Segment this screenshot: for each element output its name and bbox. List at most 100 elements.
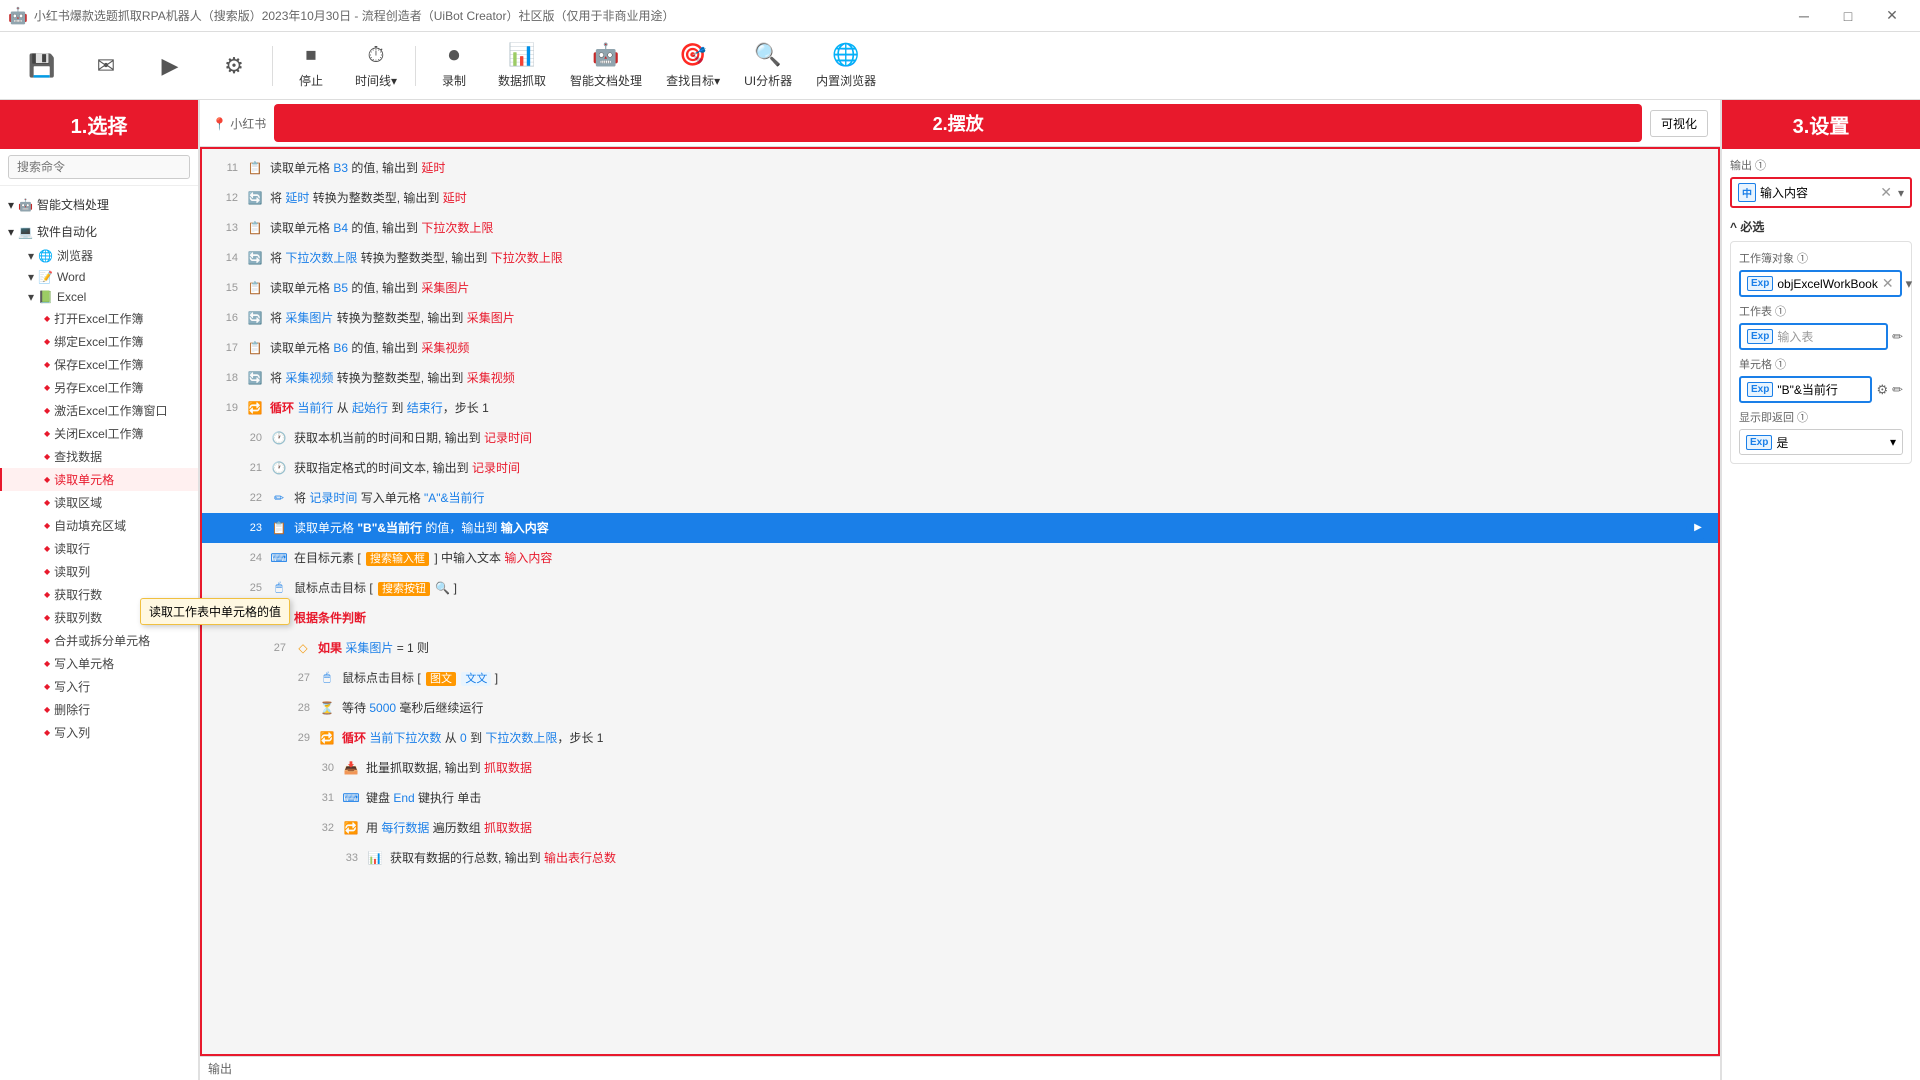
flow-row-17[interactable]: 17 📋 读取单元格 B6 的值, 输出到 采集视频 [202,333,1718,363]
tree-item-saveas-excel[interactable]: ◆ 另存Excel工作簿 [0,376,198,399]
if-icon: ◇ [294,639,312,657]
exp-tag: Exp [1747,276,1773,291]
flow-row-24[interactable]: 24 ⌨ 在目标元素 [ 搜索输入框 ] 中输入文本 输入内容 [202,543,1718,573]
word-label: Word [57,270,85,284]
flow-row-31[interactable]: 31 ⌨ 键盘 End 键执行 单击 [202,783,1718,813]
toolbar-stop-label: 停止 [299,72,323,89]
play-button[interactable]: ▶ [1686,516,1710,540]
flow-row-27-if[interactable]: 27 ◇ 如果 采集图片 = 1 则 [202,633,1718,663]
toolbar-send[interactable]: ✉ [76,49,136,83]
flow-row-19[interactable]: 19 🔁 循环 当前行 从 起始行 到 结束行，步长 1 [202,393,1718,423]
flow-row-32[interactable]: 32 🔁 用 每行数据 遍历数组 抓取数据 [202,813,1718,843]
search-input[interactable] [8,155,190,179]
tree-item-delete-row[interactable]: ◆ 删除行 [0,698,198,721]
toolbar-stop[interactable]: ⏹ 停止 [281,38,341,93]
tree-item-write-cell[interactable]: ◆ 写入单元格 [0,652,198,675]
flow-row-33[interactable]: 33 📊 获取有数据的行总数, 输出到 输出表行总数 [202,843,1718,873]
flow-row-26[interactable]: 26 ⚡ 根据条件判断 [202,603,1718,633]
flow-row-18[interactable]: 18 🔄 将 采集视频 转换为整数类型, 输出到 采集视频 [202,363,1718,393]
flow-row-11[interactable]: 11 📋 读取单元格 B3 的值, 输出到 延时 [202,153,1718,183]
edit-icon[interactable]: ✏ [1892,329,1903,345]
time-icon: 🕐 [270,459,288,477]
toolbar-ai-process[interactable]: 🤖 智能文档处理 [560,38,652,93]
tree-item-read-cell[interactable]: ◆ 读取单元格 [0,468,198,491]
settings-icon: ⚙ [224,53,244,79]
tree-item-bind-excel[interactable]: ◆ 绑定Excel工作簿 [0,330,198,353]
tree-item-open-excel[interactable]: ◆ 打开Excel工作簿 [0,307,198,330]
flow-row-20[interactable]: 20 🕐 获取本机当前的时间和日期, 输出到 记录时间 [202,423,1718,453]
close-icon[interactable]: ✕ [1880,184,1892,201]
toolbar-find-target[interactable]: 🎯 查找目标▾ [656,38,730,93]
visible-button[interactable]: 可视化 [1650,110,1708,137]
diamond-icon: ◆ [44,337,50,346]
flow-row-22[interactable]: 22 ✏ 将 记录时间 写入单元格 "A"&当前行 [202,483,1718,513]
flow-row-14[interactable]: 14 🔄 将 下拉次数上限 转换为整数类型, 输出到 下拉次数上限 [202,243,1718,273]
row-number: 21 [234,462,262,474]
flow-row-28[interactable]: 28 ⏳ 等待 5000 毫秒后继续运行 [202,693,1718,723]
toolbar-save[interactable]: 💾 [12,49,72,83]
tree-item-read-col[interactable]: ◆ 读取列 [0,560,198,583]
diamond-icon: ◆ [44,360,50,369]
edit-icon[interactable]: ✏ [1892,382,1903,398]
row-content: 循环 当前行 从 起始行 到 结束行，步长 1 [270,399,489,416]
flow-row-13[interactable]: 13 📋 读取单元格 B4 的值, 输出到 下拉次数上限 [202,213,1718,243]
tree-item-close-excel[interactable]: ◆ 关闭Excel工作簿 [0,422,198,445]
flow-row-29[interactable]: 29 🔁 循环 当前下拉次数 从 0 到 下拉次数上限，步长 1 [202,723,1718,753]
output-label: 输出 ① [1730,157,1912,173]
toolbar-run[interactable]: ▶ [140,49,200,83]
flow-row-12[interactable]: 12 🔄 将 延时 转换为整数类型, 输出到 延时 [202,183,1718,213]
flow-row-15[interactable]: 15 📋 读取单元格 B5 的值, 输出到 采集图片 [202,273,1718,303]
tree-item-write-row[interactable]: ◆ 写入行 [0,675,198,698]
write-icon: ✏ [270,489,288,507]
bottom-bar: 输出 [200,1056,1720,1080]
tree-group-ai-label[interactable]: ▾ 🤖 智能文档处理 [0,192,198,217]
settings-icon[interactable]: ⚙ [1876,382,1888,398]
workbook-input[interactable]: Exp objExcelWorkBook ✕ [1739,270,1902,297]
tree-item-read-area[interactable]: ◆ 读取区域 [0,491,198,514]
toolbar-record-label: 录制 [442,72,466,89]
tree-item-merge-split[interactable]: ◆ 合并或拆分单元格 [0,629,198,652]
read-icon: 📋 [246,339,264,357]
tree-item-read-row[interactable]: ◆ 读取行 [0,537,198,560]
toolbar-data-extract[interactable]: 📊 数据抓取 [488,38,556,93]
close-icon[interactable]: ✕ [1882,275,1894,292]
flow-row-27-mouse[interactable]: 27 🖱 鼠标点击目标 [ 图文 文文 ] [202,663,1718,693]
middle-header: 📍 小红书 2.摆放 可视化 [200,100,1720,147]
toolbar-ui-analyzer[interactable]: 🔍 UI分析器 [734,38,802,93]
tree-item-find-data[interactable]: ◆ 查找数据 [0,445,198,468]
read-icon: 📋 [270,519,288,537]
diamond-icon: ◆ [44,613,50,622]
worksheet-input[interactable]: Exp 输入表 [1739,323,1888,350]
tree-item-active-excel[interactable]: ◆ 激活Excel工作簿窗口 [0,399,198,422]
toolbar-settings[interactable]: ⚙ [204,49,264,83]
flow-row-25[interactable]: 25 🖱 鼠标点击目标 [ 搜索按钮 🔍 ] [202,573,1718,603]
tree-item-word[interactable]: ▾ 📝 Word [0,267,198,287]
output-input[interactable]: 中 输入内容 ✕ ▾ [1730,177,1912,208]
cell-row: Exp "B"&当前行 ⚙ ✏ [1739,376,1903,403]
toolbar-data-extract-label: 数据抓取 [498,72,546,89]
return-label: 显示即返回 ① [1739,409,1903,425]
flow-row-21[interactable]: 21 🕐 获取指定格式的时间文本, 输出到 记录时间 [202,453,1718,483]
breadcrumb-icon: 📍 小红书 [212,115,266,132]
flow-row-16[interactable]: 16 🔄 将 采集图片 转换为整数类型, 输出到 采集图片 [202,303,1718,333]
tree-item-autofill[interactable]: ◆ 自动填充区域 [0,514,198,537]
return-select[interactable]: Exp 是 ▾ [1739,429,1903,455]
flow-row-23[interactable]: 23 📋 读取单元格 "B"&当前行 的值，输出到 输入内容 ▶ [202,513,1718,543]
minimize-button[interactable]: ─ [1784,2,1824,30]
software-icon: 💻 [18,225,33,239]
tree-group-software-label[interactable]: ▾ 💻 软件自动化 [0,219,198,244]
tree-item-save-excel[interactable]: ◆ 保存Excel工作簿 [0,353,198,376]
toolbar-record[interactable]: ⏺ 录制 [424,38,484,93]
cell-input[interactable]: Exp "B"&当前行 [1739,376,1872,403]
maximize-button[interactable]: □ [1828,2,1868,30]
toolbar-embedded-browser[interactable]: 🌐 内置浏览器 [806,38,886,93]
ui-analyzer-icon: 🔍 [754,42,781,68]
close-button[interactable]: ✕ [1872,2,1912,30]
flow-row-30[interactable]: 30 📥 批量抓取数据, 输出到 抓取数据 [202,753,1718,783]
tree-item-write-col[interactable]: ◆ 写入列 [0,721,198,744]
write-col-label: 写入列 [54,724,90,741]
tree-item-browser[interactable]: ▾ 🌐 浏览器 [0,244,198,267]
merge-split-label: 合并或拆分单元格 [54,632,150,649]
toolbar-timeline[interactable]: ⏱ 时间线▾ [345,38,407,93]
tree-item-excel[interactable]: ▾ 📗 Excel [0,287,198,307]
